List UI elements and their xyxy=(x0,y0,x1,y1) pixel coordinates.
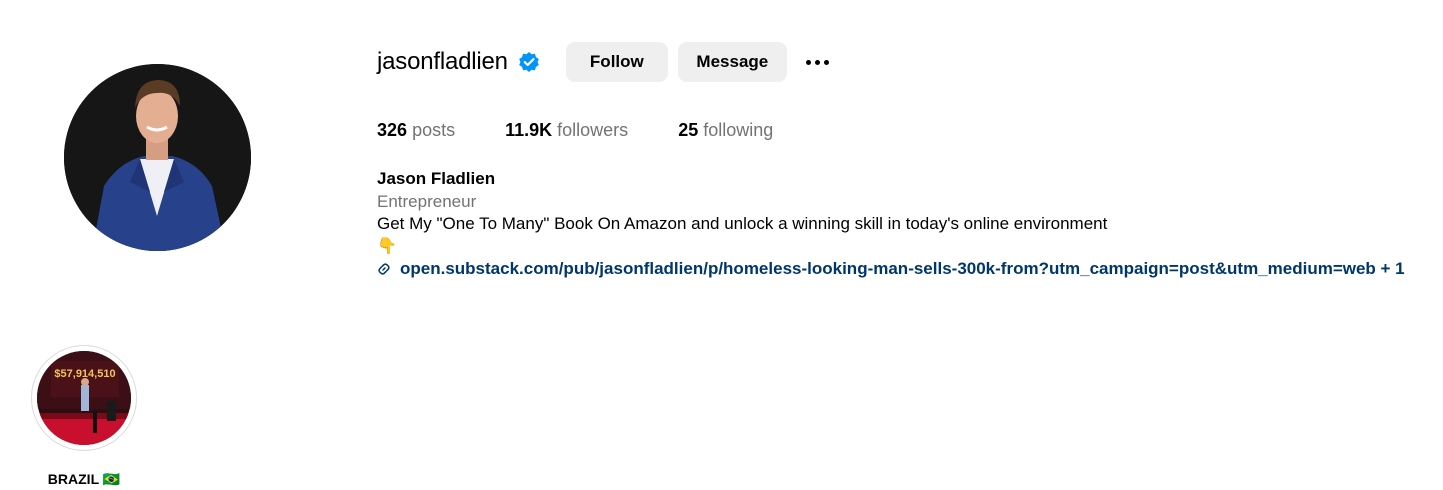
profile-header: jasonfladlien Follow Message xyxy=(377,42,833,82)
posts-label: posts xyxy=(412,120,456,140)
followers-label: followers xyxy=(557,120,629,140)
bio-link[interactable]: open.substack.com/pub/jasonfladlien/p/ho… xyxy=(377,258,1405,281)
followers-count: 11.9K xyxy=(505,120,553,140)
profile-bio: Jason Fladlien Entrepreneur Get My "One … xyxy=(377,168,1405,280)
highlight-ring: $57,914,510 xyxy=(31,345,137,451)
username: jasonfladlien xyxy=(377,48,508,75)
full-name: Jason Fladlien xyxy=(377,169,496,188)
category-label: Entrepreneur xyxy=(377,191,477,211)
profile-stats: 326 posts 11.9K followers 25 following xyxy=(377,120,823,141)
following-count: 25 xyxy=(678,120,699,140)
posts-stat: 326 posts xyxy=(377,120,455,141)
follow-button[interactable]: Follow xyxy=(565,42,668,82)
following-label: following xyxy=(703,120,774,140)
profile-avatar[interactable] xyxy=(64,64,251,251)
highlight-cover-image: $57,914,510 xyxy=(37,351,131,445)
story-highlight[interactable]: $57,914,510 BRAZIL 🇧🇷 xyxy=(31,345,137,488)
link-icon xyxy=(378,263,390,275)
followers-stat[interactable]: 11.9K followers xyxy=(505,120,628,141)
more-options-icon[interactable] xyxy=(803,47,833,77)
pointing-down-emoji: 👇 xyxy=(377,237,397,255)
profile-photo xyxy=(64,64,251,251)
verified-badge-icon xyxy=(518,51,540,73)
bio-text: Get My "One To Many" Book On Amazon and … xyxy=(377,214,1108,233)
posts-count: 326 xyxy=(377,120,408,140)
bio-link-text: open.substack.com/pub/jasonfladlien/p/ho… xyxy=(400,258,1405,278)
message-button[interactable]: Message xyxy=(677,42,787,82)
following-stat[interactable]: 25 following xyxy=(678,120,773,141)
highlight-label: BRAZIL 🇧🇷 xyxy=(47,471,121,487)
